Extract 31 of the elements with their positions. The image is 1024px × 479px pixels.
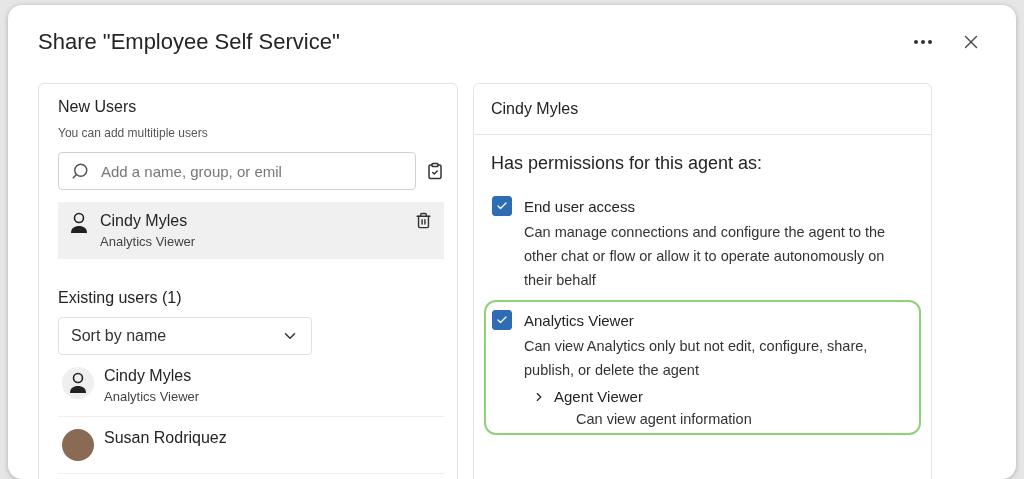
- check-icon: [496, 200, 508, 212]
- panel-heading: New Users: [58, 98, 138, 116]
- delete-icon[interactable]: [415, 212, 432, 229]
- sort-dropdown[interactable]: Sort by name: [58, 317, 312, 355]
- person-icon: [69, 372, 87, 394]
- permission-label: Analytics Viewer: [524, 311, 634, 329]
- person-icon: [70, 212, 88, 234]
- permission-description: Can view Analytics only but not edit, configure, share, publish, or delete the agent: [524, 337, 869, 380]
- check-icon: [496, 314, 508, 326]
- photo-placeholder: [62, 429, 94, 461]
- search-field[interactable]: Add a name, group, or emil: [58, 152, 416, 190]
- search-icon: [71, 162, 89, 180]
- user-name: Cindy Myles: [100, 212, 189, 230]
- panel-header: Cindy Myles: [474, 84, 931, 135]
- section-heading: Existing users (1): [58, 289, 183, 307]
- clipboard-check-icon[interactable]: [426, 162, 444, 180]
- more-icon: [914, 40, 932, 44]
- dialog-title: Share "Employee Self Service": [38, 29, 341, 55]
- checkbox[interactable]: [492, 310, 512, 330]
- permission-label: Agent Viewer: [554, 388, 643, 405]
- checkbox[interactable]: [492, 196, 512, 216]
- hint-text: You can add multitiple users: [58, 126, 209, 140]
- user-role: Analytics Viewer: [104, 389, 200, 404]
- user-name: Cindy Myles: [104, 367, 193, 385]
- permission-description: Can view agent information: [576, 411, 753, 427]
- user-name: Susan Rodriquez: [104, 429, 227, 447]
- permission-label: End user access: [524, 197, 635, 215]
- permissions-heading: Has permissions for this agent as:: [491, 153, 764, 174]
- permission-description: Can manage connections and configure the agent to the other chat or flow or allow it to operate autonomously on their behalf: [524, 223, 887, 290]
- added-user-item[interactable]: Cindy Myles Analytics Viewer: [58, 202, 444, 259]
- user-role: Analytics Viewer: [100, 234, 197, 249]
